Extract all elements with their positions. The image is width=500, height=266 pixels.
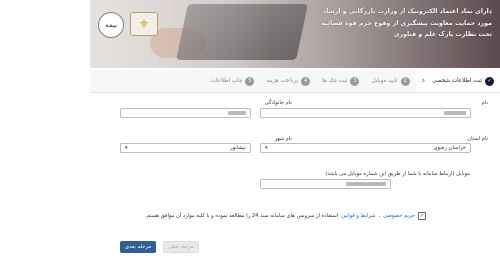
page-wrapper: بیمه ⚜ دارای نماد اعتماد الکترونیک از وز… [90,0,500,266]
agreement-checkbox[interactable]: ✓ [418,212,426,220]
agreement-row: ✓ حریم خصوصی ، شرایط و قوانین استفاده از… [120,212,426,220]
mobile-field[interactable] [260,179,391,189]
masked-value [444,111,466,115]
city-label: نام شهر [274,136,293,142]
step-number: 4 [301,76,311,86]
first-name-label: نام [481,100,488,106]
step-label: تایید موبایل [371,78,398,84]
dropdown-arrow-icon: ▾ [265,145,268,151]
chevron-left-icon: ‹ [421,76,426,86]
banner-line-2: مورد حمایت معاونت پیشگیری از وقوع جرم قو… [321,19,492,27]
privacy-link[interactable]: حریم خصوصی [383,213,415,219]
province-value: خراسان رضوی [433,145,466,151]
mobile-label: موبایل (ارتباط سامانه با شما از طریق این… [325,171,470,177]
masked-value [228,111,246,115]
step-number: 2 [400,76,410,86]
banner-logos: بیمه ⚜ [98,12,158,38]
masked-value [346,182,386,186]
step-print[interactable]: 5 چاپ اطلاعات [204,70,260,92]
first-name-field[interactable] [260,108,471,118]
step-mobile-confirm[interactable]: 2 تایید موبایل [365,70,415,92]
header-banner: بیمه ⚜ دارای نماد اعتماد الکترونیک از وز… [90,0,500,68]
step-number: 5 [245,76,255,86]
agreement-text: استفاده از سرویس های سامانه سند 24 را مط… [145,213,339,219]
separator: ، [378,213,381,219]
next-step-button[interactable]: مرحله بعدی [120,241,156,253]
terms-link[interactable]: شرایط و قوانین [341,213,375,219]
check-icon: ✓ [485,76,494,86]
step-label: چاپ اطلاعات [210,78,243,84]
step-register-cheques[interactable]: 3 ثبت چک ها [316,70,365,92]
prev-step-button[interactable]: مرحله قبلی [163,241,199,253]
province-label: نام استان [467,136,488,142]
city-value: نیشابور [230,145,246,151]
banner-text: دارای نماد اعتماد الکترونیک از وزارت باز… [292,6,492,41]
step-number: 3 [350,76,360,86]
province-select[interactable]: خراسان رضوی ▾ [260,143,471,153]
wizard-steps: ✓ ثبت اطلاعات شخصی ‹ 2 تایید موبایل 3 ثب… [90,70,500,93]
step-label: پرداخت هزینه [266,78,299,84]
city-select[interactable]: نیشابور ▾ [120,143,251,153]
step-payment[interactable]: 4 پرداخت هزینه [260,70,316,92]
step-label: ثبت اطلاعات شخصی [432,78,482,84]
last-name-label: نام خانوادگی [264,100,292,106]
step-label: ثبت چک ها [322,78,348,84]
banner-line-3: تحت نظارت پارک علم و فناوری [393,31,492,38]
last-name-field[interactable] [120,108,251,118]
eagle-emblem-icon: ⚜ [130,12,158,36]
dropdown-arrow-icon: ▾ [125,145,128,151]
banner-line-1: دارای نماد اعتماد الکترونیک از وزارت باز… [322,8,492,15]
step-personal-info[interactable]: ✓ ثبت اطلاعات شخصی ‹ [415,70,500,92]
insurance-logo-icon: بیمه [98,12,124,38]
